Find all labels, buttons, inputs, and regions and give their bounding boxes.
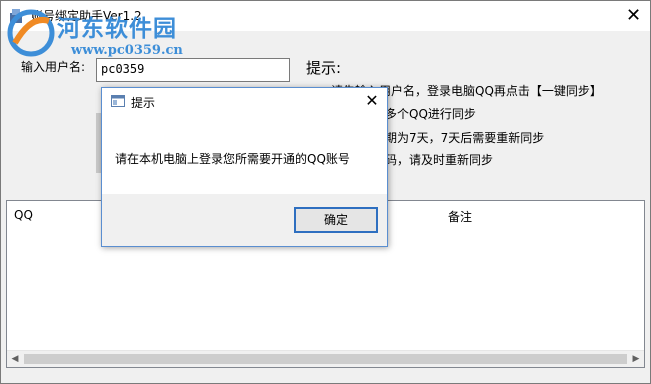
horizontal-scrollbar[interactable]: ◀ ▶ xyxy=(7,350,644,367)
window-close-button[interactable]: ✕ xyxy=(617,1,650,31)
ok-button[interactable]: 确定 xyxy=(294,207,378,233)
watermark-logo-icon xyxy=(7,9,55,57)
column-header-qq[interactable]: QQ xyxy=(14,208,33,222)
dialog-message: 请在本机电脑上登录您所需要开通的QQ账号 xyxy=(115,152,350,166)
tips-title: 提示: xyxy=(306,59,342,77)
username-input[interactable]: pc0359 xyxy=(96,58,290,82)
scrollbar-thumb[interactable] xyxy=(24,354,627,364)
dialog-window-icon xyxy=(111,95,125,107)
username-label: 输入用户名: xyxy=(21,60,86,74)
scroll-left-icon[interactable]: ◀ xyxy=(7,351,23,367)
watermark-url: www.pc0359.cn xyxy=(71,43,183,58)
dialog-close-button[interactable]: ✕ xyxy=(360,90,384,112)
tip-dialog: 提示 ✕ 请在本机电脑上登录您所需要开通的QQ账号 确定 xyxy=(101,87,388,247)
tip-line-2: 多个QQ进行同步 xyxy=(385,107,476,121)
dialog-footer: 确定 xyxy=(102,194,387,246)
tip-line-3: 期为7天，7天后需要重新同步 xyxy=(385,131,545,145)
watermark-text: 河东软件园 xyxy=(57,15,177,42)
main-window: 账号绑定助手Ver1.2 ✕ 河东软件园 www.pc0359.cn 输入用户名… xyxy=(0,0,651,384)
tip-line-4: 码，请及时重新同步 xyxy=(385,153,494,167)
watermark: 河东软件园 www.pc0359.cn xyxy=(1,5,211,65)
column-header-remark[interactable]: 备注 xyxy=(448,208,472,225)
scroll-right-icon[interactable]: ▶ xyxy=(628,351,644,367)
dialog-title: 提示 xyxy=(131,96,156,110)
